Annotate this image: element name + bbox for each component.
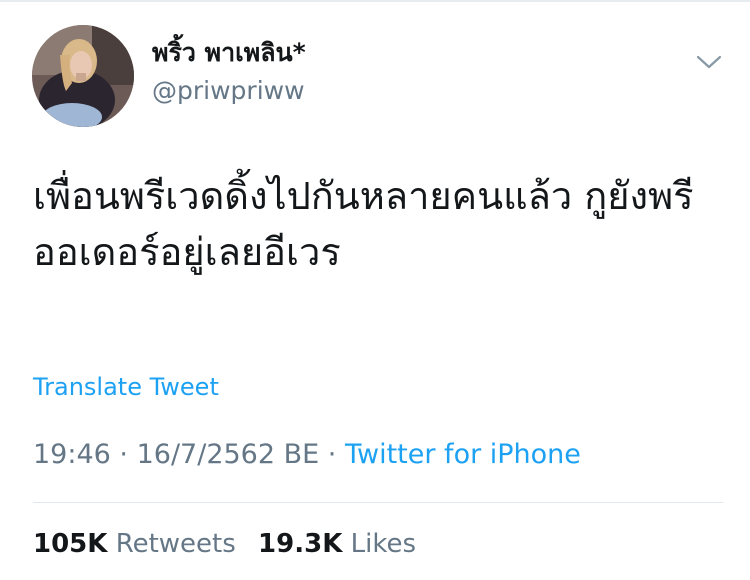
translate-tweet-link[interactable]: Translate Tweet (33, 372, 219, 402)
retweets-stat[interactable]: 105K Retweets (33, 528, 236, 560)
retweets-count: 105K (33, 529, 108, 559)
tweet-text: เพื่อนพรีเวดดิ้งไปกันหลายคนแล้ว กูยังพรี… (33, 174, 694, 274)
user-handle[interactable]: @priwpriww (152, 76, 306, 106)
tweet-time: 19:46 (33, 439, 111, 470)
likes-stat[interactable]: 19.3K Likes (258, 528, 416, 560)
tweet-meta: 19:46 · 16/7/2562 BE · Twitter for iPhon… (33, 438, 581, 472)
stats-divider (33, 502, 723, 503)
chevron-down-icon (696, 55, 722, 69)
avatar[interactable] (32, 25, 134, 127)
more-options-button[interactable] (694, 50, 724, 74)
meta-separator: · (327, 439, 337, 470)
meta-separator: · (119, 439, 128, 470)
tweet-date: 16/7/2562 BE (136, 439, 320, 470)
display-name[interactable]: พริ้ว พาเพลิน* (152, 38, 306, 68)
user-info: พริ้ว พาเพลิน* @priwpriww (152, 38, 306, 106)
tweet-stats: 105K Retweets 19.3K Likes (33, 528, 430, 560)
likes-count: 19.3K (258, 529, 343, 559)
tweet-source-link[interactable]: Twitter for iPhone (345, 439, 581, 470)
likes-label: Likes (350, 529, 416, 559)
top-divider (0, 0, 750, 2)
profile-photo-icon (32, 25, 134, 127)
retweets-label: Retweets (115, 529, 236, 559)
